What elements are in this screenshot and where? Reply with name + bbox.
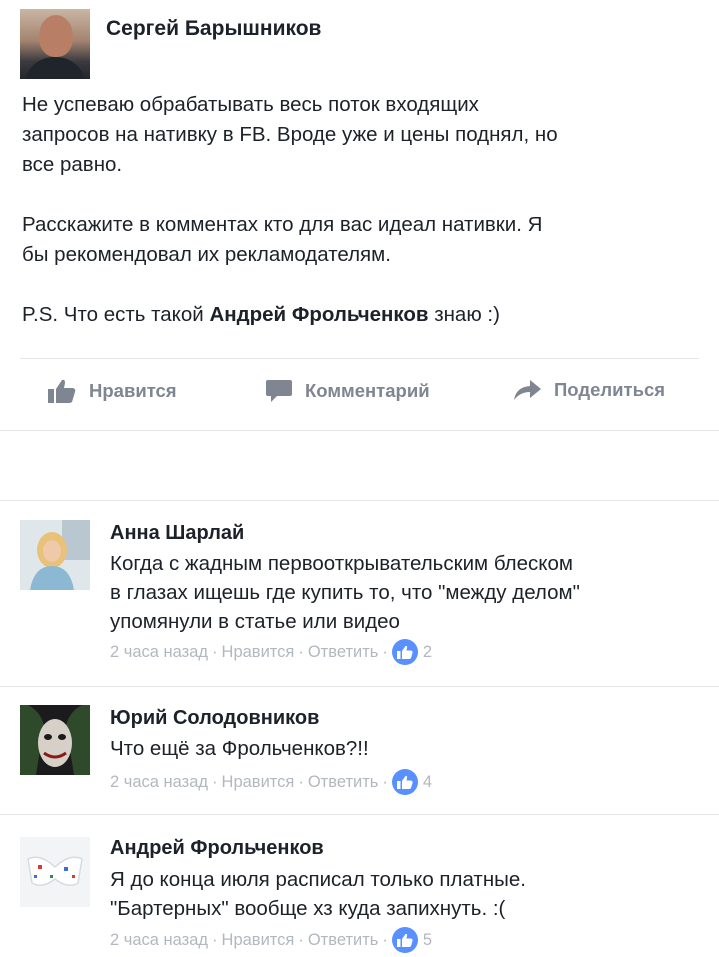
comment-like-count: 2: [422, 642, 433, 661]
comment-timestamp[interactable]: 2 часа назад: [110, 931, 208, 950]
post-ps-suffix: знаю :): [428, 303, 500, 326]
comment: Юрий Солодовников Что ещё за Фрольченков…: [0, 686, 719, 814]
post-text-line: Не успеваю обрабатывать весь поток входя…: [22, 93, 479, 116]
comment-text-line: Я до конца июля расписал только платные.: [110, 868, 526, 891]
post-text-line: Расскажите в комментах кто для вас идеал…: [22, 213, 543, 236]
comment-like-link[interactable]: Нравится: [222, 643, 295, 662]
comment-author-avatar[interactable]: [20, 837, 90, 907]
share-button-label: Поделиться: [554, 379, 666, 400]
comment: Анна Шарлай Когда с жадным первооткрыват…: [0, 500, 719, 686]
post-ps-line: P.S. Что есть такой Андрей Фрольченков з…: [22, 300, 702, 330]
meta-separator: ·: [298, 772, 304, 791]
post-author-avatar[interactable]: [20, 9, 90, 79]
comment-like-count: 4: [422, 772, 433, 791]
meta-separator: ·: [212, 930, 218, 949]
comment-author-avatar[interactable]: [20, 520, 90, 590]
comment: Андрей Фрольченков Я до конца июля распи…: [0, 814, 719, 957]
comment-text-line: упомянули в статье или видео: [110, 610, 400, 633]
meta-separator: ·: [298, 930, 304, 949]
speech-bubble-icon: [265, 378, 293, 404]
post-ps-prefix: P.S. Что есть такой: [22, 303, 210, 326]
post-text: Не успеваю обрабатывать весь поток входя…: [22, 90, 702, 330]
comment-author-name[interactable]: Анна Шарлай: [110, 522, 244, 545]
comment-meta: 2 часа назад · Нравится · Ответить · 4: [110, 769, 432, 795]
post-text-line: все равно.: [22, 153, 123, 176]
like-button[interactable]: Нравится: [47, 378, 177, 404]
section-gap: [0, 430, 719, 500]
comment-button-label: Комментарий: [305, 380, 430, 401]
comment-like-link[interactable]: Нравится: [222, 931, 295, 950]
like-reaction-icon[interactable]: [391, 639, 418, 665]
comment-reply-link[interactable]: Ответить: [308, 931, 379, 950]
comment-meta: 2 часа назад · Нравится · Ответить · 5: [110, 927, 432, 953]
comment-text-line: Когда с жадным первооткрывательским блес…: [110, 552, 573, 575]
post-actions-bar: Нравится Комментарий Поделиться: [0, 370, 719, 420]
comment-timestamp[interactable]: 2 часа назад: [110, 773, 208, 792]
mentioned-profile-link[interactable]: Андрей Фрольченков: [209, 303, 428, 326]
comment-button[interactable]: Комментарий: [265, 378, 430, 404]
comment-text: Когда с жадным первооткрывательским блес…: [110, 549, 710, 636]
comment-reply-link[interactable]: Ответить: [308, 773, 379, 792]
like-button-label: Нравится: [89, 380, 177, 401]
post-divider: [20, 358, 699, 359]
comment-timestamp[interactable]: 2 часа назад: [110, 643, 208, 662]
comment-text: Что ещё за Фрольченков?!!: [110, 734, 710, 763]
meta-separator: ·: [212, 772, 218, 791]
share-button[interactable]: Поделиться: [512, 378, 665, 402]
comment-meta: 2 часа назад · Нравится · Ответить · 2: [110, 639, 432, 665]
comment-author-avatar[interactable]: [20, 705, 90, 775]
post-author-name[interactable]: Сергей Барышников: [106, 17, 321, 41]
post: Сергей Барышников Не успеваю обрабатыват…: [0, 0, 719, 430]
meta-separator: ·: [212, 642, 218, 661]
meta-separator: ·: [298, 642, 304, 661]
comment-text-line: в глазах ищешь где купить то, что "между…: [110, 581, 580, 604]
meta-separator: ·: [382, 930, 388, 949]
post-text-line: запросов на нативку в FB. Вроде уже и це…: [22, 123, 558, 146]
meta-separator: ·: [382, 772, 388, 791]
comment-like-count: 5: [422, 930, 433, 949]
thumbs-up-icon: [47, 378, 77, 404]
meta-separator: ·: [382, 642, 388, 661]
comment-reply-link[interactable]: Ответить: [308, 643, 379, 662]
post-text-line: бы рекомендовал их рекламодателям.: [22, 243, 391, 266]
comment-text: Я до конца июля расписал только платные.…: [110, 865, 710, 923]
comment-author-name[interactable]: Юрий Солодовников: [110, 707, 319, 730]
comment-text-line: "Бартерных" вообще хз куда запихнуть. :(: [110, 897, 506, 920]
share-arrow-icon: [512, 378, 542, 402]
like-reaction-icon[interactable]: [391, 927, 418, 953]
comment-like-link[interactable]: Нравится: [222, 773, 295, 792]
comment-text-line: Что ещё за Фрольченков?!!: [110, 737, 369, 760]
comment-author-name[interactable]: Андрей Фрольченков: [110, 837, 324, 860]
like-reaction-icon[interactable]: [391, 769, 418, 795]
